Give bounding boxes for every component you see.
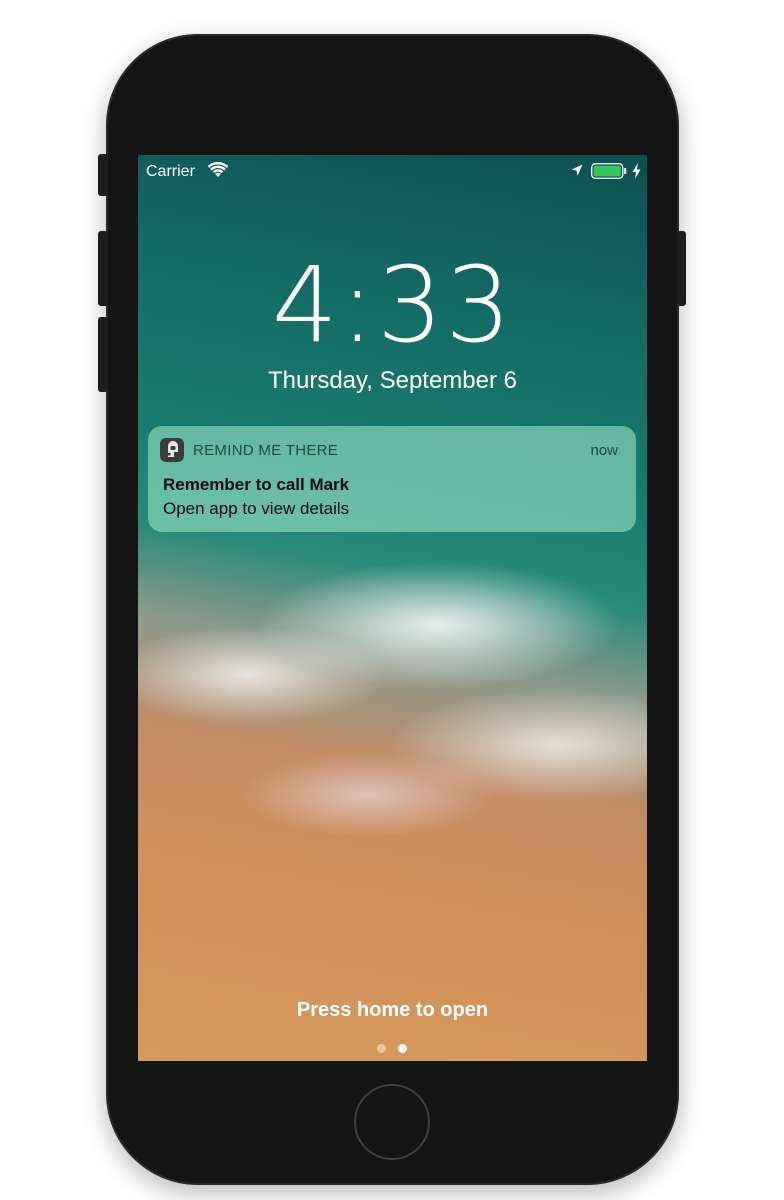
lock-date: Thursday, September 6 (267, 367, 517, 394)
status-bar: Carrier (138, 155, 647, 189)
lock-screen: Carrier 4:33 Thursday, September 6 REMIN… (138, 155, 647, 1061)
notification-title: Remember to call Mark (163, 475, 350, 494)
location-icon (571, 164, 583, 176)
page-dot-1[interactable] (377, 1044, 386, 1053)
page-dot-2-active[interactable] (398, 1044, 407, 1053)
app-icon (160, 438, 184, 462)
wifi-icon (208, 162, 228, 177)
notification-card[interactable]: REMIND ME THERE now Remember to call Mar… (148, 426, 636, 532)
notification-timestamp: now (590, 442, 618, 459)
charging-bolt-icon (632, 163, 641, 179)
notification-app-name: REMIND ME THERE (193, 442, 339, 459)
lock-time: 4:33 (271, 244, 514, 366)
press-home-hint: Press home to open (296, 999, 489, 1021)
notification-body: Open app to view details (163, 499, 350, 518)
carrier-label: Carrier (146, 163, 195, 180)
volume-up-button[interactable] (98, 231, 108, 306)
battery-icon (591, 163, 627, 179)
mute-switch[interactable] (98, 154, 108, 196)
page-indicator[interactable] (376, 1044, 416, 1056)
power-button[interactable] (677, 231, 686, 306)
home-button[interactable] (354, 1084, 430, 1160)
volume-down-button[interactable] (98, 317, 108, 392)
